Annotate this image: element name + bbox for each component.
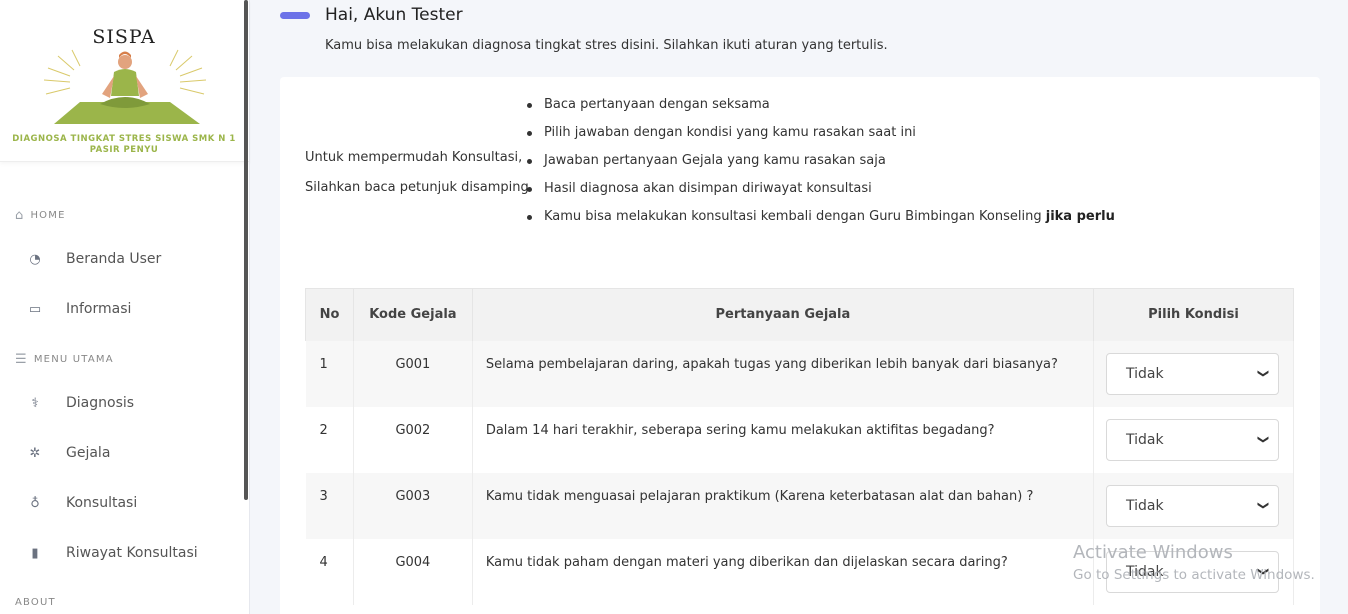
rule-text: Kamu bisa melakukan konsultasi kembali d…	[544, 209, 1046, 224]
cell-kode: G001	[353, 340, 473, 407]
table-row: 4 G004 Kamu tidak paham dengan materi ya…	[305, 538, 1294, 605]
cell-no: 1	[305, 340, 354, 407]
brand[interactable]: SISPA DIAGNOSA TINGKAT STRES SISWA SMK N…	[0, 0, 249, 162]
sidebar-item-label: Diagnosis	[66, 395, 135, 411]
cell-pertanyaan: Kamu tidak paham dengan materi yang dibe…	[472, 538, 1095, 605]
virus-icon: ✲	[29, 445, 41, 461]
cell-pertanyaan: Selama pembelajaran daring, apakah tugas…	[472, 340, 1095, 407]
chevron-down-icon: ❯	[1256, 368, 1270, 379]
table-row: 1 G001 Selama pembelajaran daring, apaka…	[305, 340, 1294, 407]
diagnosis-card: Untuk mempermudah Konsultasi, Silahkan b…	[280, 77, 1320, 614]
brand-subtitle: DIAGNOSA TINGKAT STRES SISWA SMK N 1 PAS…	[12, 134, 236, 155]
sidebar-item-label: Informasi	[66, 301, 132, 317]
meditation-logo	[43, 49, 207, 124]
clipboard-icon: ▮	[31, 545, 39, 561]
cell-kode: G004	[353, 538, 473, 605]
sidebar-item-label: Gejala	[66, 445, 111, 461]
sidebar-item-label: Beranda User	[66, 251, 162, 267]
dashboard-icon: ◔	[29, 251, 41, 267]
select-value: Tidak	[1126, 497, 1164, 514]
condition-select[interactable]: Tidak ❯	[1106, 484, 1279, 527]
cell-pilih: Tidak ❯	[1093, 340, 1294, 407]
select-value: Tidak	[1126, 365, 1164, 382]
rule-emphasis: jika perlu	[1045, 209, 1115, 224]
cell-no: 4	[305, 538, 354, 605]
sidebar-item-beranda-user[interactable]: ◔ Beranda User	[26, 251, 161, 267]
sidebar-item-konsultasi[interactable]: ♁ Konsultasi	[26, 495, 137, 511]
nav-heading-label: ABOUT	[15, 597, 56, 608]
stethoscope-icon: ♁	[30, 495, 40, 511]
page-title: Hai, Akun Tester	[325, 5, 463, 25]
cell-pilih: Tidak ❯	[1093, 538, 1294, 605]
list-icon: ☰	[15, 352, 28, 367]
chevron-down-icon: ❯	[1256, 500, 1270, 511]
sidebar-item-riwayat-konsultasi[interactable]: ▮ Riwayat Konsultasi	[26, 545, 198, 561]
cell-pertanyaan: Dalam 14 hari terakhir, seberapa sering …	[472, 406, 1095, 473]
diagnosis-icon: ⚕	[31, 395, 39, 411]
sidebar-item-diagnosis[interactable]: ⚕ Diagnosis	[26, 395, 134, 411]
intro-line: Silahkan baca petunjuk disamping.	[305, 180, 533, 195]
nav-heading-home: ⌂ HOME	[15, 208, 66, 223]
main-content: Hai, Akun Tester Kamu bisa melakukan dia…	[250, 0, 1348, 614]
table-row: 3 G003 Kamu tidak menguasai pelajaran pr…	[305, 472, 1294, 539]
rule-item: Jawaban pertanyaan Gejala yang kamu rasa…	[527, 149, 1115, 177]
table-row: 2 G002 Dalam 14 hari terakhir, seberapa …	[305, 406, 1294, 473]
sidebar-item-label: Riwayat Konsultasi	[66, 545, 198, 561]
intro-line: Untuk mempermudah Konsultasi,	[305, 150, 523, 165]
greeting-accent-bar	[280, 12, 310, 19]
rule-item: Baca pertanyaan dengan seksama	[527, 93, 1115, 121]
cell-kode: G002	[353, 406, 473, 473]
column-header-no: No	[305, 288, 354, 341]
column-header-pertanyaan: Pertanyaan Gejala	[471, 288, 1095, 341]
sidebar-scrollbar[interactable]	[244, 0, 248, 500]
cell-kode: G003	[353, 472, 473, 539]
cell-no: 3	[305, 472, 354, 539]
chevron-down-icon: ❯	[1256, 434, 1270, 445]
nav-heading-label: MENU UTAMA	[33, 354, 114, 365]
home-icon: ⌂	[15, 208, 25, 223]
condition-select[interactable]: Tidak ❯	[1106, 418, 1279, 461]
column-header-pilih: Pilih Kondisi	[1093, 288, 1294, 341]
sidebar-item-informasi[interactable]: ▭ Informasi	[26, 301, 132, 317]
sidebar-item-gejala[interactable]: ✲ Gejala	[26, 445, 111, 461]
rule-item: Hasil diagnosa akan disimpan diriwayat k…	[527, 177, 1115, 205]
cell-pertanyaan: Kamu tidak menguasai pelajaran praktikum…	[472, 472, 1095, 539]
select-value: Tidak	[1126, 431, 1164, 448]
rules-list: Baca pertanyaan dengan seksama Pilih jaw…	[527, 93, 1115, 233]
symptom-table: No Kode Gejala Pertanyaan Gejala Pilih K…	[305, 288, 1294, 605]
cell-pilih: Tidak ❯	[1093, 406, 1294, 473]
column-header-kode: Kode Gejala	[352, 288, 473, 341]
select-value: Tidak	[1126, 563, 1164, 580]
condition-select[interactable]: Tidak ❯	[1106, 550, 1279, 593]
inbox-icon: ▭	[28, 301, 42, 317]
brand-title: SISPA	[92, 26, 156, 48]
rule-item: Kamu bisa melakukan konsultasi kembali d…	[527, 205, 1115, 233]
intro-text: Untuk mempermudah Konsultasi, Silahkan b…	[305, 143, 533, 203]
condition-select[interactable]: Tidak ❯	[1106, 352, 1279, 395]
page-subtitle: Kamu bisa melakukan diagnosa tingkat str…	[325, 38, 888, 53]
rule-item: Pilih jawaban dengan kondisi yang kamu r…	[527, 121, 1115, 149]
nav-heading-about: ABOUT	[15, 597, 56, 608]
nav-heading-menu-utama: ☰ MENU UTAMA	[15, 352, 114, 367]
sidebar: SISPA DIAGNOSA TINGKAT STRES SISWA SMK N…	[0, 0, 250, 614]
chevron-down-icon: ❯	[1256, 566, 1270, 577]
table-header-row: No Kode Gejala Pertanyaan Gejala Pilih K…	[305, 288, 1294, 341]
sidebar-item-label: Konsultasi	[66, 495, 138, 511]
nav-heading-label: HOME	[30, 210, 66, 221]
cell-pilih: Tidak ❯	[1093, 472, 1294, 539]
cell-no: 2	[305, 406, 354, 473]
